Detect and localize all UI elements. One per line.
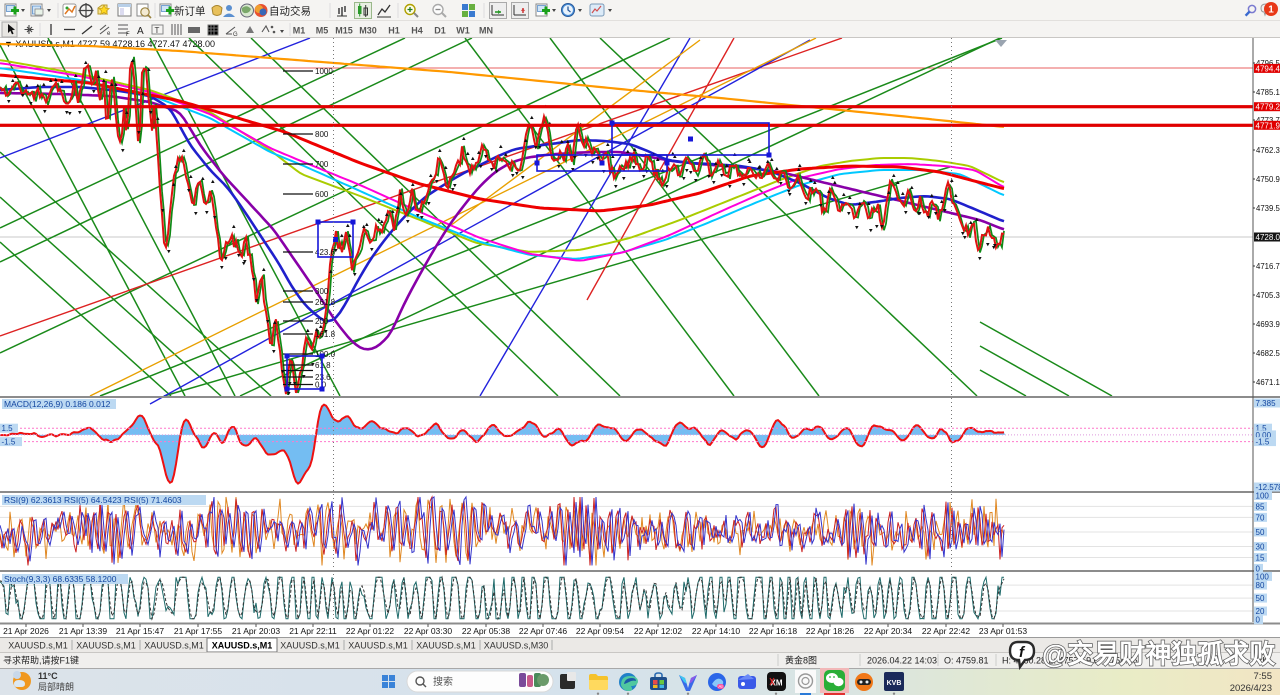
svg-text:21 Apr 2026: 21 Apr 2026 <box>3 626 49 636</box>
svg-text:21 Apr 22:11: 21 Apr 22:11 <box>289 626 337 636</box>
svg-text:100: 100 <box>1256 492 1270 501</box>
svg-text:600: 600 <box>315 190 329 199</box>
svg-text:7.385: 7.385 <box>1256 399 1277 408</box>
svg-text:AI: AI <box>718 684 722 689</box>
svg-text:XAUUSD.s,M1: XAUUSD.s,M1 <box>76 641 136 651</box>
svg-text:4794.40: 4794.40 <box>1256 64 1280 73</box>
svg-text:W1: W1 <box>456 26 470 36</box>
svg-text:22 Apr 05:38: 22 Apr 05:38 <box>462 626 510 636</box>
svg-text:4739.50: 4739.50 <box>1256 204 1280 213</box>
svg-text:T: T <box>155 26 160 35</box>
svg-text:M30: M30 <box>359 26 377 36</box>
svg-text:22 Apr 01:22: 22 Apr 01:22 <box>346 626 394 636</box>
svg-text:@交易财神独孤求败: @交易财神独孤求败 <box>1042 639 1275 669</box>
svg-text:15: 15 <box>1256 553 1265 562</box>
svg-text:D1: D1 <box>434 26 446 36</box>
svg-text:1000: 1000 <box>315 67 333 76</box>
svg-text:M5: M5 <box>316 26 329 36</box>
svg-text:4762.30: 4762.30 <box>1256 146 1280 155</box>
svg-text:7:55: 7:55 <box>1254 671 1273 682</box>
svg-text:XAUUSD.s,M1: XAUUSD.s,M1 <box>8 641 68 651</box>
svg-text:700: 700 <box>315 160 329 169</box>
svg-text:寻求帮助,请按F1键: 寻求帮助,请按F1键 <box>3 655 79 666</box>
svg-text:4771.92: 4771.92 <box>1256 121 1280 130</box>
svg-text:161.8: 161.8 <box>315 330 336 339</box>
svg-text:4779.21: 4779.21 <box>1256 103 1280 112</box>
svg-text:XAUUSD.s,M1: XAUUSD.s,M1 <box>280 641 340 651</box>
svg-text:新订单: 新订单 <box>174 5 206 18</box>
svg-text:22 Apr 03:30: 22 Apr 03:30 <box>404 626 452 636</box>
svg-text:22 Apr 22:42: 22 Apr 22:42 <box>922 626 970 636</box>
svg-text:4682.50: 4682.50 <box>1256 349 1280 358</box>
svg-text:H4: H4 <box>411 26 423 36</box>
svg-text:2026/4/23: 2026/4/23 <box>1230 683 1272 694</box>
svg-text:21 Apr 13:39: 21 Apr 13:39 <box>59 626 107 636</box>
svg-text:-1.5: -1.5 <box>1256 438 1270 447</box>
svg-text:21 Apr 15:47: 21 Apr 15:47 <box>116 626 164 636</box>
svg-text:23 Apr 01:53: 23 Apr 01:53 <box>979 626 1027 636</box>
svg-text:22 Apr 12:02: 22 Apr 12:02 <box>634 626 682 636</box>
svg-text:22 Apr 09:54: 22 Apr 09:54 <box>576 626 624 636</box>
svg-text:MN: MN <box>479 26 493 36</box>
svg-text:XAUUSD.s,M30: XAUUSD.s,M30 <box>484 641 549 651</box>
svg-text:100.0: 100.0 <box>315 350 336 359</box>
svg-text:H1: H1 <box>388 26 400 36</box>
svg-text:2026.04.22 14:03: 2026.04.22 14:03 <box>867 656 937 666</box>
svg-text:KVB: KVB <box>887 680 902 687</box>
svg-text:4785.10: 4785.10 <box>1256 88 1280 97</box>
svg-text:300: 300 <box>315 287 329 296</box>
svg-text:XAUUSD.s,M1: XAUUSD.s,M1 <box>416 641 476 651</box>
svg-text:O: 4759.81: O: 4759.81 <box>944 656 989 666</box>
svg-text:22 Apr 18:26: 22 Apr 18:26 <box>806 626 854 636</box>
svg-text:200: 200 <box>315 317 329 326</box>
svg-text:800: 800 <box>315 130 329 139</box>
svg-text:1.5: 1.5 <box>2 424 14 433</box>
svg-text:80: 80 <box>1256 581 1265 590</box>
svg-text:100: 100 <box>1256 572 1270 581</box>
svg-text:4693.90: 4693.90 <box>1256 320 1280 329</box>
svg-text:61.8: 61.8 <box>315 361 331 370</box>
svg-text:22 Apr 14:10: 22 Apr 14:10 <box>692 626 740 636</box>
svg-text:22 Apr 20:34: 22 Apr 20:34 <box>864 626 912 636</box>
svg-text:M1: M1 <box>293 26 306 36</box>
svg-text:4750.90: 4750.90 <box>1256 175 1280 184</box>
svg-text:自动交易: 自动交易 <box>269 5 311 18</box>
svg-text:4671.10: 4671.10 <box>1256 378 1280 387</box>
svg-text:-1.5: -1.5 <box>2 438 16 447</box>
svg-text:85: 85 <box>1256 502 1265 511</box>
svg-text:4705.30: 4705.30 <box>1256 291 1280 300</box>
svg-text:21 Apr 17:55: 21 Apr 17:55 <box>174 626 222 636</box>
svg-text:70: 70 <box>1256 513 1265 522</box>
svg-text:22 Apr 16:18: 22 Apr 16:18 <box>749 626 797 636</box>
svg-text:50: 50 <box>1256 528 1265 537</box>
svg-text:30: 30 <box>1256 543 1265 552</box>
svg-text:XAUUSD.s,M1: XAUUSD.s,M1 <box>212 641 273 651</box>
svg-text:XAUUSD.s,M1: XAUUSD.s,M1 <box>348 641 408 651</box>
svg-text:4716.70: 4716.70 <box>1256 262 1280 271</box>
svg-text:M15: M15 <box>335 26 353 36</box>
svg-text:21 Apr 20:03: 21 Apr 20:03 <box>232 626 280 636</box>
svg-text:黄金8图: 黄金8图 <box>785 655 817 666</box>
svg-text:Stoch(9,3,3) 68.6335 58.1200: Stoch(9,3,3) 68.6335 58.1200 <box>4 574 117 584</box>
svg-text:0: 0 <box>1256 616 1261 625</box>
svg-text:22 Apr 07:46: 22 Apr 07:46 <box>519 626 567 636</box>
svg-text:50: 50 <box>1256 594 1265 603</box>
svg-text:RSI(9) 62.3613 RSI(5) 64.5423: RSI(9) 62.3613 RSI(5) 64.5423 RSI(5) 71.… <box>4 495 182 505</box>
svg-text:1: 1 <box>1268 5 1274 16</box>
svg-text:MACD(12,26,9) 0.186 0.012: MACD(12,26,9) 0.186 0.012 <box>4 399 111 409</box>
svg-text:261.8: 261.8 <box>315 298 336 307</box>
svg-text:4728.00: 4728.00 <box>1256 233 1280 242</box>
svg-text:20: 20 <box>1256 607 1265 616</box>
svg-text:XAUUSD.s,M1: XAUUSD.s,M1 <box>144 641 204 651</box>
svg-text:A: A <box>137 26 144 37</box>
